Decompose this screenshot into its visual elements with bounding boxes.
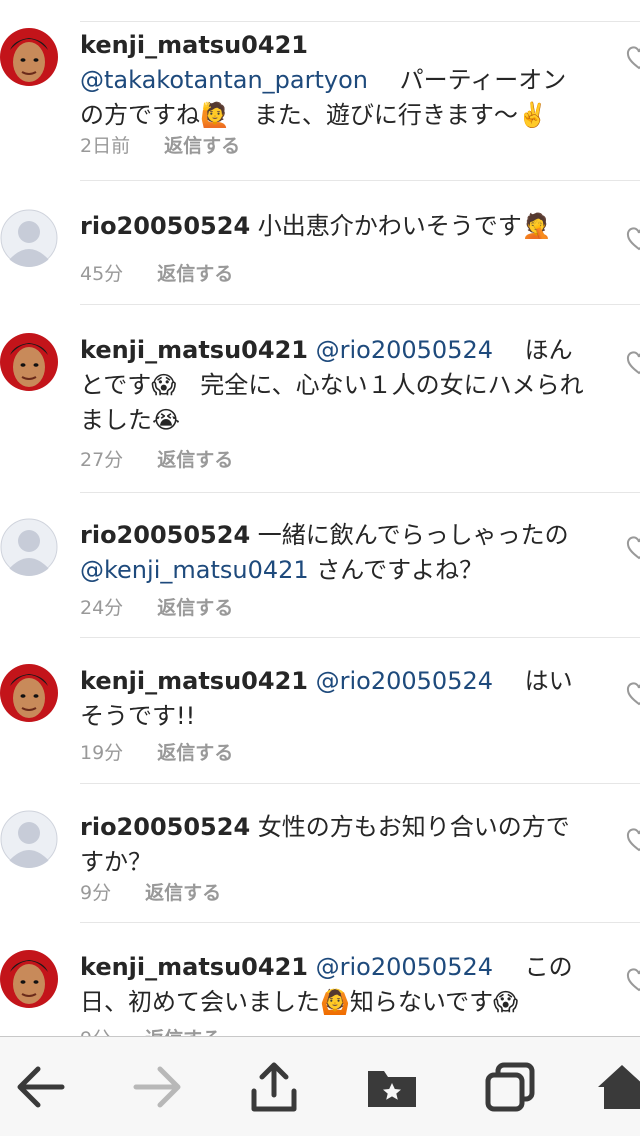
comment-meta: 9分 返信する [80,878,221,905]
comment-meta: 19分 返信する [80,738,233,765]
default-avatar-image [0,518,58,576]
reply-button[interactable]: 返信する [157,445,233,472]
avatar[interactable] [0,28,58,86]
comment-text-continued: さんですよね？ [316,556,484,584]
comment-body: rio20050524 女性の方もお知り合いの方ですか？ [80,810,590,880]
avatar[interactable] [0,810,58,868]
top-divider [80,21,640,22]
reply-button[interactable]: 返信する [164,131,240,158]
comment-body: rio20050524 一緒に飲んでらっしゃったの @kenji_matsu04… [80,518,590,588]
comment-divider [80,637,640,638]
comment-username[interactable]: rio20050524 [80,813,250,841]
comment-body: kenji_matsu0421 @rio20050524 この日、初めて会いまし… [80,950,590,1020]
comment-mention[interactable]: @rio20050524 [316,953,493,981]
heart-icon[interactable] [626,351,640,377]
reply-button[interactable]: 返信する [157,738,233,765]
comment-meta: 24分 返信する [80,593,233,620]
bookmarks-icon[interactable] [366,1061,418,1113]
home-icon[interactable] [596,1061,640,1113]
comment-body: rio20050524 小出恵介かわいそうです🤦 [80,209,590,244]
back-arrow-icon[interactable] [14,1061,66,1113]
comment-time: 45分 [80,263,124,285]
avatar[interactable] [0,333,58,391]
comment-time: 27分 [80,449,124,471]
kenji-avatar-image [0,664,58,722]
comment-divider [80,304,640,305]
kenji-avatar-image [0,333,58,391]
comment-divider [80,180,640,181]
avatar[interactable] [0,664,58,722]
default-avatar-image [0,810,58,868]
kenji-avatar-image [0,28,58,86]
tabs-icon[interactable] [484,1061,536,1113]
comment-text: 小出恵介かわいそうです🤦 [257,212,552,240]
comment-body: kenji_matsu0421 @rio20050524 ほんとです😱 完全に、… [80,333,590,438]
heart-icon[interactable] [626,227,640,253]
comment-mention[interactable]: @rio20050524 [316,667,493,695]
comment-time: 19分 [80,742,124,764]
browser-toolbar [0,1036,640,1136]
comment-divider [80,922,640,923]
comment-time: 24分 [80,597,124,619]
heart-icon[interactable] [626,46,640,72]
comment-username[interactable]: kenji_matsu0421 [80,667,308,695]
comment-username[interactable]: rio20050524 [80,212,250,240]
avatar[interactable] [0,518,58,576]
comment-username[interactable]: kenji_matsu0421 [80,31,308,59]
heart-icon[interactable] [626,968,640,994]
avatar[interactable] [0,209,58,267]
comment-meta: 27分 返信する [80,445,233,472]
reply-button[interactable]: 返信する [157,593,233,620]
comment-text: 一緒に飲んでらっしゃったの [257,521,569,549]
comment-divider [80,783,640,784]
comment-username[interactable]: kenji_matsu0421 [80,953,308,981]
default-avatar-image [0,209,58,267]
comment-body: kenji_matsu0421 @takakotantan_partyon パー… [80,28,590,133]
comment-meta: 45分 返信する [80,259,233,286]
comment-username[interactable]: kenji_matsu0421 [80,336,308,364]
comment-meta: 2日前 返信する [80,131,240,158]
heart-icon[interactable] [626,682,640,708]
comment-thread-screen: kenji_matsu0421 @takakotantan_partyon パー… [0,0,640,1136]
comment-divider [80,492,640,493]
comment-username[interactable]: rio20050524 [80,521,250,549]
forward-arrow-icon[interactable] [132,1061,184,1113]
heart-icon[interactable] [626,828,640,854]
heart-icon[interactable] [626,536,640,562]
share-icon[interactable] [248,1061,300,1113]
comment-mention[interactable]: @rio20050524 [316,336,493,364]
comment-body: kenji_matsu0421 @rio20050524 はいそうです!! [80,664,590,734]
comment-mention[interactable]: @kenji_matsu0421 [80,556,309,584]
kenji-avatar-image [0,950,58,1008]
comment-time: 2日前 [80,135,131,157]
avatar[interactable] [0,950,58,1008]
comment-mention[interactable]: @takakotantan_partyon [80,66,368,94]
reply-button[interactable]: 返信する [145,878,221,905]
reply-button[interactable]: 返信する [157,259,233,286]
comment-time: 9分 [80,882,112,904]
